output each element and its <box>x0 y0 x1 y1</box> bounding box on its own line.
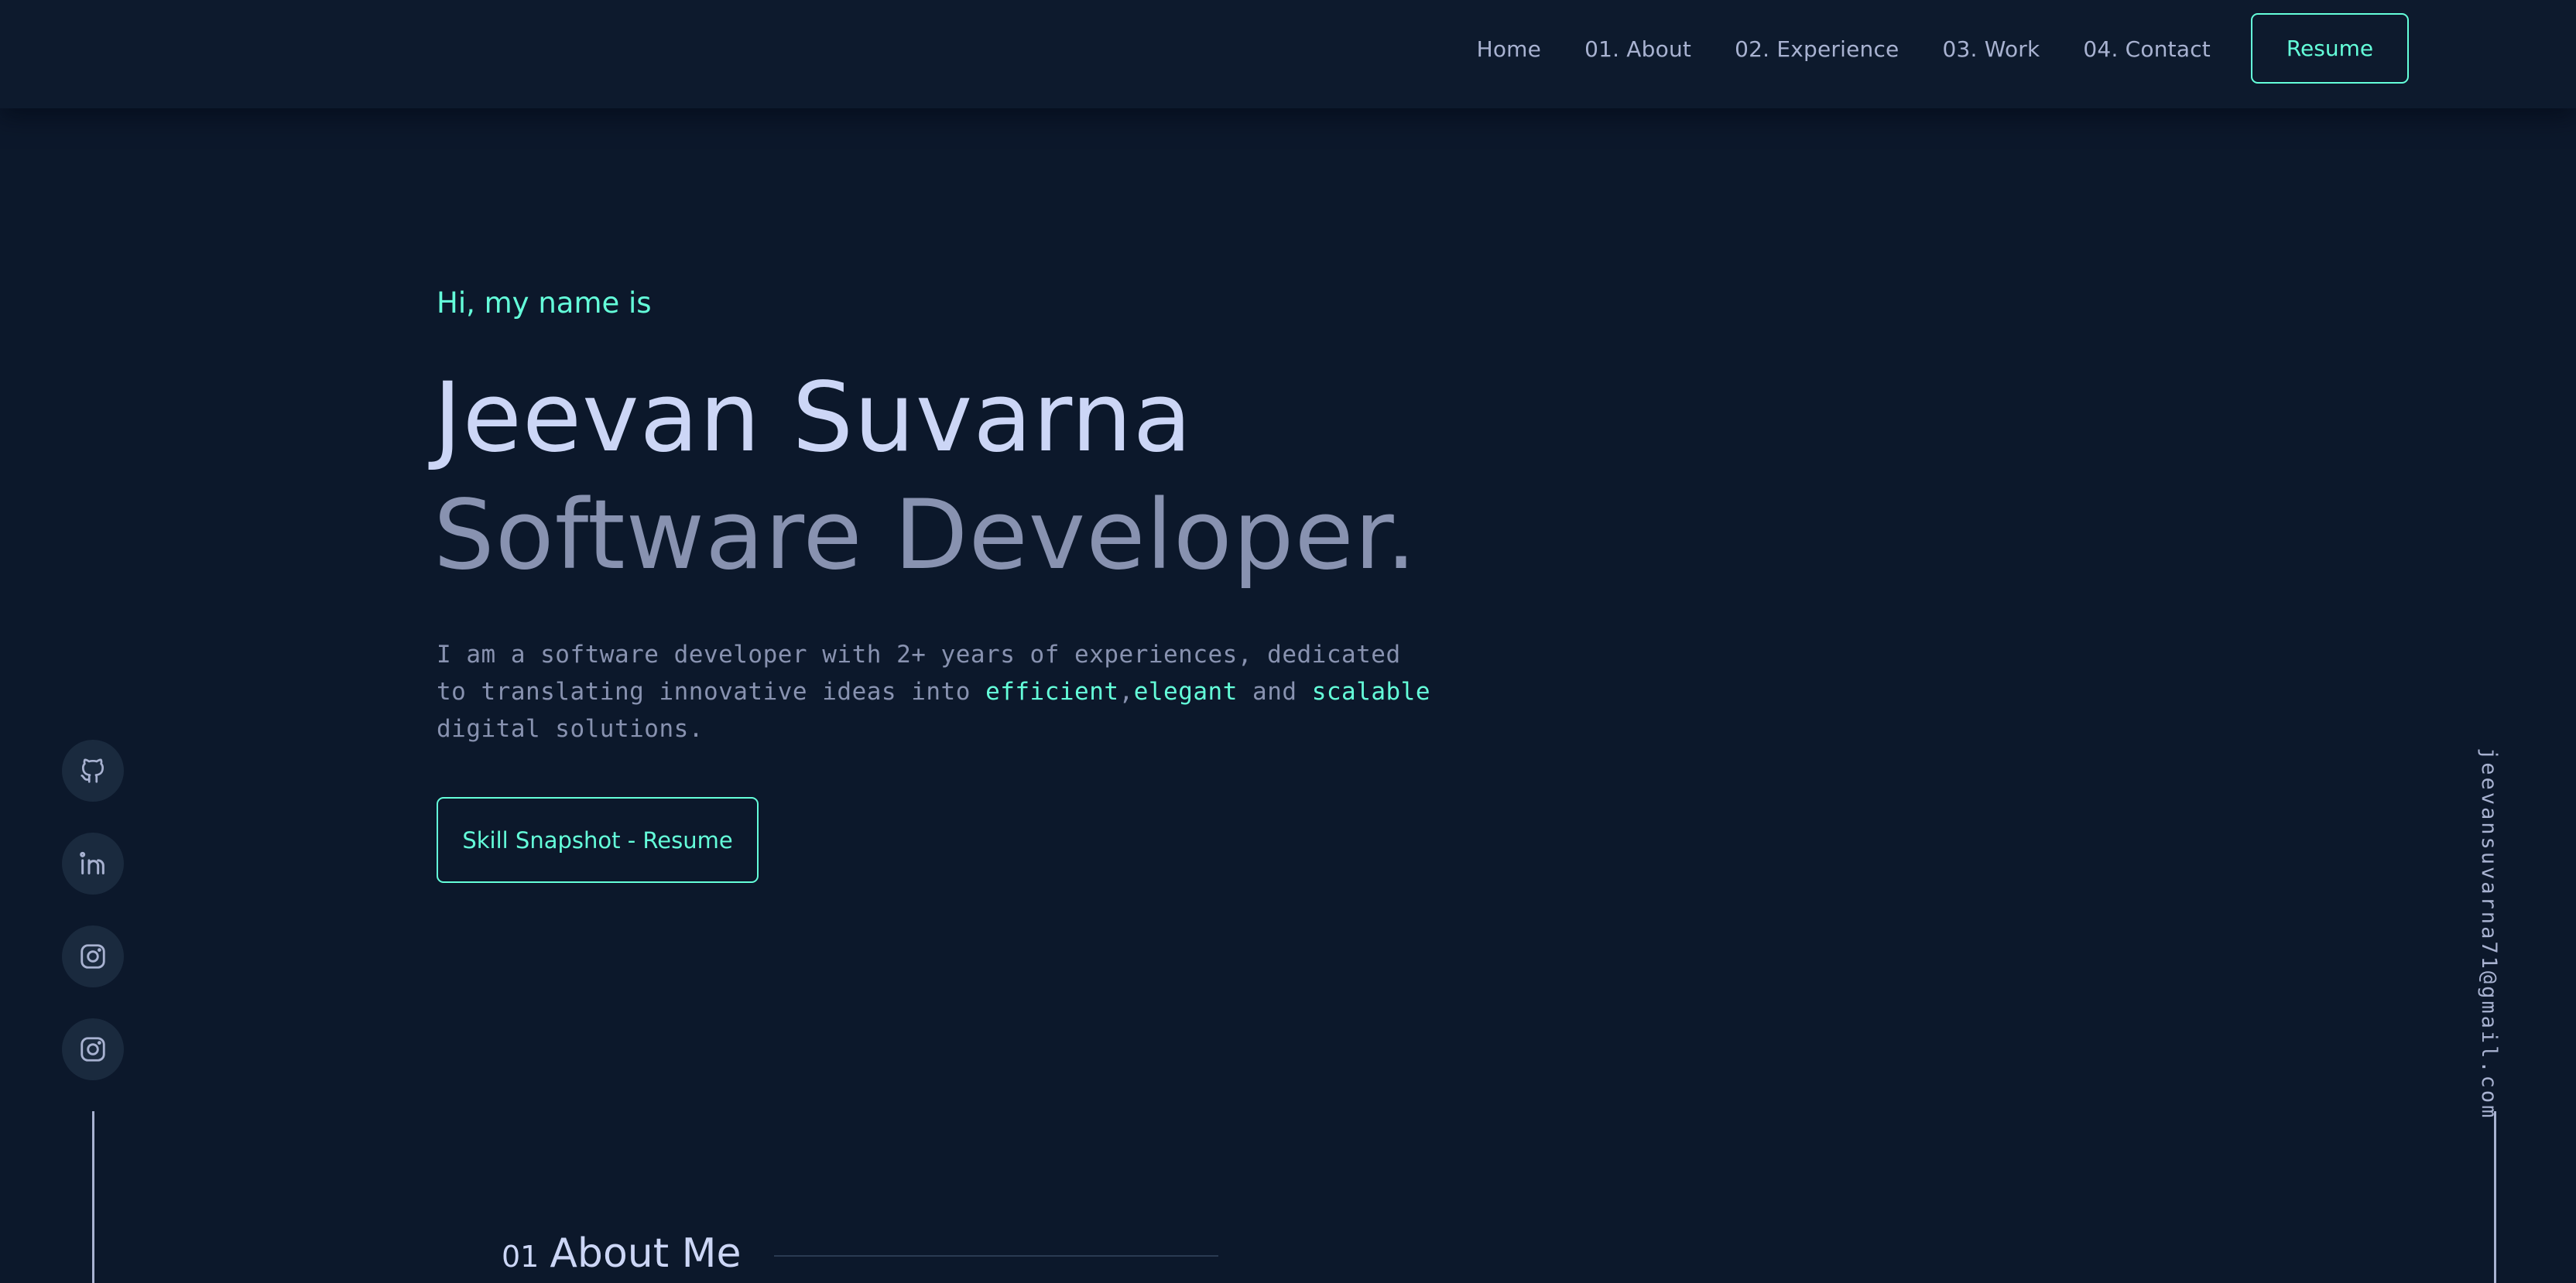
resume-button[interactable]: Resume <box>2251 13 2409 84</box>
nav-link-about[interactable]: 01. About <box>1584 36 1691 62</box>
nav-links: Home 01. About 02. Experience 03. Work 0… <box>1477 0 2211 98</box>
hero-description-line3: digital solutions. <box>437 715 704 743</box>
highlight-scalable: scalable <box>1311 678 1431 706</box>
about-section-number: 01 <box>502 1240 540 1274</box>
instagram-link-secondary[interactable] <box>62 1018 124 1080</box>
github-icon <box>80 758 104 783</box>
instagram-icon <box>80 1037 105 1062</box>
linkedin-link[interactable] <box>62 833 124 895</box>
nav-link-work[interactable]: 03. Work <box>1942 36 2040 62</box>
highlight-efficient: efficient <box>985 678 1119 706</box>
instagram-icon <box>80 944 105 969</box>
hero-greeting: Hi, my name is <box>437 286 652 320</box>
social-links <box>62 740 124 1111</box>
skill-snapshot-resume-button[interactable]: Skill Snapshot - Resume <box>437 797 759 883</box>
about-section-title: About Me <box>550 1230 742 1277</box>
email-link[interactable]: jeevansuvarna71@gmail.com <box>2477 748 2501 1120</box>
right-vertical-line <box>2494 1111 2496 1283</box>
hero-description-line2: to translating innovative ideas into <box>437 678 986 706</box>
about-heading-divider <box>774 1255 1218 1257</box>
top-navbar: Home 01. About 02. Experience 03. Work 0… <box>0 0 2576 108</box>
linkedin-icon <box>80 851 104 874</box>
hero-name: Jeevan Suvarna <box>433 362 1193 474</box>
nav-link-contact[interactable]: 04. Contact <box>2083 36 2211 62</box>
highlight-separator: , <box>1118 678 1134 706</box>
github-link[interactable] <box>62 740 124 802</box>
nav-link-home[interactable]: Home <box>1477 36 1542 62</box>
highlight-conjunction: and <box>1237 678 1312 706</box>
highlight-elegant: elegant <box>1133 678 1238 706</box>
about-section-heading: 01 About Me <box>502 1230 742 1277</box>
left-vertical-line <box>92 1111 94 1283</box>
hero-description: I am a software developer with 2+ years … <box>437 636 1474 748</box>
hero-role: Software Developer. <box>433 480 1417 591</box>
hero-description-line1: I am a software developer with 2+ years … <box>437 641 1401 669</box>
instagram-link[interactable] <box>62 925 124 987</box>
hero-section: Hi, my name is Jeevan Suvarna Software D… <box>433 0 1598 1283</box>
nav-link-experience[interactable]: 02. Experience <box>1735 36 1899 62</box>
